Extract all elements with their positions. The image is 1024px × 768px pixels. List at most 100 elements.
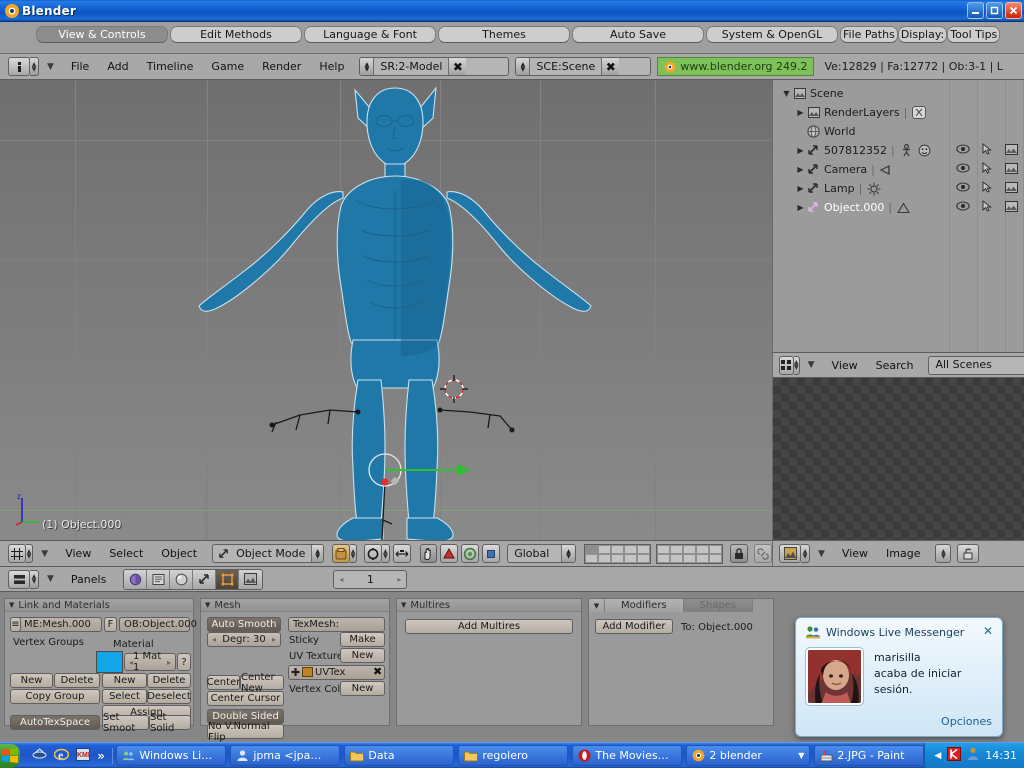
layer-cell[interactable]: [624, 553, 638, 563]
layer-cell[interactable]: [637, 544, 651, 554]
pivot-median-icon[interactable]: [364, 544, 383, 563]
tab-system-and-opengl[interactable]: System & OpenGL: [706, 26, 838, 43]
task-regolero-folder[interactable]: regolero: [458, 745, 569, 766]
layer-cell[interactable]: [624, 544, 638, 554]
disclosure-triangle-icon[interactable]: ▶: [795, 165, 806, 174]
scene-icon[interactable]: [239, 569, 263, 589]
copy-group-button[interactable]: Copy Group: [10, 689, 100, 704]
messenger-notification-popup[interactable]: Windows Live Messenger ✕ marisilla acaba…: [795, 617, 1003, 737]
outliner-menu-search[interactable]: Search: [867, 356, 923, 375]
menu-game[interactable]: Game: [202, 57, 253, 76]
restrict-render-icon[interactable]: [1005, 181, 1018, 196]
screen-spinner[interactable]: ▲ ▼: [360, 58, 375, 75]
show-desktop-icon[interactable]: [32, 747, 47, 764]
version-link[interactable]: www.blender.org 249.2: [657, 57, 815, 76]
editor-type-spinner[interactable]: ▲ ▼: [30, 57, 39, 76]
collapse-menus-icon[interactable]: ▼: [47, 62, 54, 72]
collapse-menus-icon[interactable]: ▼: [47, 574, 54, 584]
fake-user-button[interactable]: F: [104, 617, 117, 632]
uv-layer-delete-icon[interactable]: ✖: [373, 665, 382, 678]
disclosure-triangle-icon[interactable]: ▶: [795, 146, 806, 155]
chevron-down-icon[interactable]: ▼: [798, 751, 804, 760]
uv-texture-new-button[interactable]: New: [340, 648, 385, 663]
tab-shapes[interactable]: Shapes: [683, 599, 754, 612]
uv-image-editor[interactable]: [772, 378, 1024, 540]
disclosure-triangle-icon[interactable]: ▼: [781, 89, 792, 98]
outliner-row-507812352[interactable]: ▶ 507812352 |: [773, 141, 1024, 160]
tab-modifiers[interactable]: Modifiers: [605, 599, 684, 612]
center-cursor-button[interactable]: Center Cursor: [207, 691, 284, 706]
outliner-editor-spinner[interactable]: ▲ ▼: [794, 355, 800, 375]
user-icon[interactable]: [967, 747, 979, 764]
armature-icon[interactable]: [899, 144, 914, 157]
task-jpma-conversation[interactable]: jpma <jpa…: [230, 745, 341, 766]
transform-orientation-select[interactable]: Global ▲ ▼: [507, 544, 577, 563]
image-browse-spinner[interactable]: ▲ ▼: [935, 544, 952, 563]
task-windows-live-messenger[interactable]: Windows Li…: [116, 745, 227, 766]
task-paint[interactable]: 2.JPG - Paint: [814, 745, 925, 766]
material-next-icon[interactable]: ▸: [167, 658, 171, 667]
autotexspace-button[interactable]: AutoTexSpace: [10, 715, 100, 730]
task-the-movies[interactable]: The Movies…: [572, 745, 683, 766]
tab-display[interactable]: Display:: [897, 26, 948, 43]
panel-collapse-icon[interactable]: ▼: [9, 601, 14, 609]
restrict-view-icon[interactable]: [956, 201, 970, 214]
uv-image-editor-type-icon[interactable]: [779, 544, 801, 563]
restrict-render-icon[interactable]: [1005, 143, 1018, 158]
material-delete-button[interactable]: Delete: [147, 673, 191, 688]
material-icon[interactable]: [170, 569, 194, 589]
internet-explorer-icon[interactable]: e: [53, 747, 70, 765]
translate-manip-icon[interactable]: [482, 544, 501, 563]
panel-header[interactable]: ▼ Link and Materials: [5, 599, 193, 612]
material-color-swatch[interactable]: [96, 651, 123, 673]
vertex-group-new-button[interactable]: New: [10, 673, 53, 688]
menu-render[interactable]: Render: [253, 57, 310, 76]
buttons-editor-spinner[interactable]: ▲ ▼: [30, 569, 39, 589]
auto-smooth-button[interactable]: Auto Smooth: [207, 617, 281, 632]
outliner-row-object000[interactable]: ▶ Object.000 |: [773, 198, 1024, 217]
outliner-editor[interactable]: ▼ Scene ▶ RenderLayers | World ▶ 5078123…: [772, 80, 1024, 352]
hand-icon[interactable]: [419, 544, 438, 563]
view3d-editor-type-icon[interactable]: [8, 544, 26, 563]
object-icon[interactable]: [147, 569, 171, 589]
layer-cell[interactable]: [657, 553, 671, 563]
layer-cell[interactable]: [709, 553, 723, 563]
scale-manip-icon[interactable]: [461, 544, 480, 563]
viewport-3d[interactable]: z (1) Object.000: [0, 80, 772, 540]
restrict-view-icon[interactable]: [956, 163, 970, 176]
renderlayer-badge-icon[interactable]: [911, 106, 926, 119]
set-solid-button[interactable]: Set Solid: [149, 712, 191, 734]
maximize-button[interactable]: [986, 2, 1003, 19]
layer-cell[interactable]: [637, 553, 651, 563]
outliner-row-scene[interactable]: ▼ Scene: [773, 84, 1024, 103]
no-vnormal-flip-button[interactable]: No V.Normal Flip: [207, 721, 284, 742]
task-data-folder[interactable]: Data: [344, 745, 455, 766]
add-multires-button[interactable]: Add Multires: [405, 619, 573, 634]
rotate-manip-icon[interactable]: [440, 544, 459, 563]
layer-cell[interactable]: [683, 553, 697, 563]
layer-cell[interactable]: [585, 544, 599, 554]
material-help-button[interactable]: ?: [177, 653, 191, 671]
menu-timeline[interactable]: Timeline: [138, 57, 203, 76]
view3d-menu-object[interactable]: Object: [152, 544, 206, 563]
image-menu-image[interactable]: Image: [877, 544, 929, 563]
view3d-editor-spinner[interactable]: ▲ ▼: [25, 544, 34, 563]
layer-cell[interactable]: [611, 553, 625, 563]
view3d-menu-view[interactable]: View: [56, 544, 100, 563]
scene-spinner[interactable]: ▲ ▼: [516, 58, 531, 75]
center-new-button[interactable]: Center New: [240, 672, 284, 694]
mesh-icon[interactable]: [896, 201, 911, 214]
layer-buttons[interactable]: [584, 543, 724, 564]
layer-cell[interactable]: [585, 553, 599, 563]
restrict-select-icon[interactable]: [982, 199, 993, 215]
restrict-select-icon[interactable]: [982, 180, 993, 196]
mesh-name-field[interactable]: ME:Mesh.000: [10, 617, 102, 632]
tab-tool-tips[interactable]: Tool Tips: [947, 26, 1001, 43]
outliner-scope-select[interactable]: All Scenes: [928, 355, 1024, 375]
link-scene-icon[interactable]: [754, 544, 772, 563]
panel-header[interactable]: ▼ Multires: [397, 599, 581, 612]
restrict-select-icon[interactable]: [982, 161, 993, 177]
material-select-button[interactable]: Select: [102, 689, 147, 704]
restrict-render-icon[interactable]: [1005, 200, 1018, 215]
layer-group-2[interactable]: [656, 543, 724, 564]
